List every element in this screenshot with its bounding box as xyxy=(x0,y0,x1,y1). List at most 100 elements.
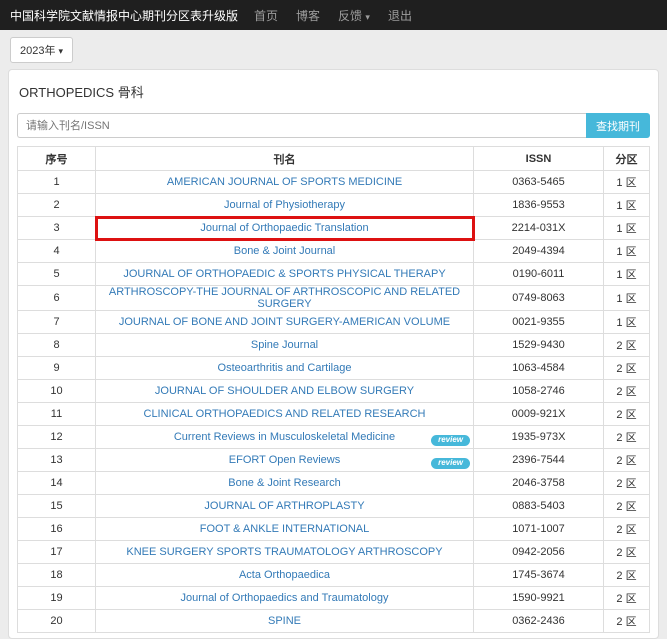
journal-name-link[interactable]: JOURNAL OF ARTHROPLASTY xyxy=(204,500,364,512)
row-number: 8 xyxy=(18,334,96,357)
journal-issn: 2214-031X xyxy=(474,217,604,240)
table-row: 12 Current Reviews in Musculoskeletal Me… xyxy=(18,426,650,449)
row-number: 16 xyxy=(18,518,96,541)
journal-partition: 2 区 xyxy=(604,403,650,426)
table-row: 10 JOURNAL OF SHOULDER AND ELBOW SURGERY… xyxy=(18,380,650,403)
table-row: 5 JOURNAL OF ORTHOPAEDIC & SPORTS PHYSIC… xyxy=(18,263,650,286)
journal-name-link[interactable]: Journal of Orthopaedic Translation xyxy=(200,222,368,234)
journal-name-link[interactable]: Bone & Joint Research xyxy=(228,477,341,489)
journal-panel: ORTHOPEDICS 骨科 查找期刊 序号 刊名 ISSN 分区 1 AMER… xyxy=(8,69,659,639)
review-badge: review xyxy=(431,458,470,469)
search-bar: 查找期刊 xyxy=(17,113,650,138)
journal-issn: 1071-1007 xyxy=(474,518,604,541)
journal-issn: 1745-3674 xyxy=(474,564,604,587)
journal-name-link[interactable]: Journal of Orthopaedics and Traumatology xyxy=(181,592,389,604)
row-number: 15 xyxy=(18,495,96,518)
table-row: 4 Bone & Joint Journal 2049-4394 1 区 xyxy=(18,240,650,263)
table-row: 2 Journal of Physiotherapy 1836-9553 1 区 xyxy=(18,194,650,217)
journal-issn: 0190-6011 xyxy=(474,263,604,286)
journal-issn: 0021-9355 xyxy=(474,311,604,334)
journal-name-link[interactable]: Acta Orthopaedica xyxy=(239,569,330,581)
row-number: 7 xyxy=(18,311,96,334)
journal-partition: 2 区 xyxy=(604,334,650,357)
journal-issn: 2049-4394 xyxy=(474,240,604,263)
journal-name-link[interactable]: JOURNAL OF SHOULDER AND ELBOW SURGERY xyxy=(155,385,414,397)
journal-name-link[interactable]: Journal of Physiotherapy xyxy=(224,199,345,211)
journal-partition: 2 区 xyxy=(604,518,650,541)
journal-name-link[interactable]: Osteoarthritis and Cartilage xyxy=(218,362,352,374)
journal-partition: 1 区 xyxy=(604,286,650,311)
journal-name-link[interactable]: Spine Journal xyxy=(251,339,318,351)
journal-issn: 1058-2746 xyxy=(474,380,604,403)
site-brand[interactable]: 中国科学院文献情报中心期刊分区表升级版 xyxy=(10,7,238,24)
journal-name-link[interactable]: SPINE xyxy=(268,615,301,627)
journal-name-cell: Current Reviews in Musculoskeletal Medic… xyxy=(96,426,474,449)
nav-item-blog[interactable]: 博客 xyxy=(296,7,320,24)
journal-name-cell: KNEE SURGERY SPORTS TRAUMATOLOGY ARTHROS… xyxy=(96,541,474,564)
caret-down-icon: ▾ xyxy=(365,12,370,22)
nav-item-feedback[interactable]: 反馈 ▾ xyxy=(338,7,370,24)
row-number: 6 xyxy=(18,286,96,311)
journal-partition: 2 区 xyxy=(604,587,650,610)
journal-issn: 0883-5403 xyxy=(474,495,604,518)
journal-name-link[interactable]: Bone & Joint Journal xyxy=(234,245,336,257)
row-number: 5 xyxy=(18,263,96,286)
review-badge: review xyxy=(431,435,470,446)
search-button[interactable]: 查找期刊 xyxy=(586,113,650,138)
journal-name-cell: Bone & Joint Research xyxy=(96,472,474,495)
journal-partition: 2 区 xyxy=(604,610,650,633)
nav-item-home[interactable]: 首页 xyxy=(254,7,278,24)
row-number: 19 xyxy=(18,587,96,610)
row-number: 20 xyxy=(18,610,96,633)
journal-name-cell: EFORT Open Reviews review xyxy=(96,449,474,472)
journal-name-link[interactable]: FOOT & ANKLE INTERNATIONAL xyxy=(200,523,370,535)
journal-partition: 1 区 xyxy=(604,217,650,240)
journal-name-cell: Acta Orthopaedica xyxy=(96,564,474,587)
journal-issn: 1935-973X xyxy=(474,426,604,449)
journal-issn: 1529-9430 xyxy=(474,334,604,357)
journal-name-cell: Journal of Orthopaedics and Traumatology xyxy=(96,587,474,610)
table-row: 13 EFORT Open Reviews review 2396-7544 2… xyxy=(18,449,650,472)
table-row: 15 JOURNAL OF ARTHROPLASTY 0883-5403 2 区 xyxy=(18,495,650,518)
search-input[interactable] xyxy=(17,113,586,138)
journal-name-link[interactable]: KNEE SURGERY SPORTS TRAUMATOLOGY ARTHROS… xyxy=(126,546,442,558)
table-row: 17 KNEE SURGERY SPORTS TRAUMATOLOGY ARTH… xyxy=(18,541,650,564)
year-selector-button[interactable]: 2023年 ▾ xyxy=(10,37,73,63)
journal-issn: 0009-921X xyxy=(474,403,604,426)
journal-name-cell: Bone & Joint Journal xyxy=(96,240,474,263)
journal-partition: 1 区 xyxy=(604,240,650,263)
top-navbar: 中国科学院文献情报中心期刊分区表升级版 首页 博客 反馈 ▾ 退出 xyxy=(0,0,667,30)
journal-name-cell: CLINICAL ORTHOPAEDICS AND RELATED RESEAR… xyxy=(96,403,474,426)
table-row: 18 Acta Orthopaedica 1745-3674 2 区 xyxy=(18,564,650,587)
journal-name-link[interactable]: EFORT Open Reviews xyxy=(229,454,340,466)
row-number: 18 xyxy=(18,564,96,587)
journal-name-cell: JOURNAL OF ARTHROPLASTY xyxy=(96,495,474,518)
row-number: 14 xyxy=(18,472,96,495)
journal-name-link[interactable]: ARTHROSCOPY-THE JOURNAL OF ARTHROSCOPIC … xyxy=(109,286,460,310)
journal-partition: 1 区 xyxy=(604,171,650,194)
journal-issn: 0942-2056 xyxy=(474,541,604,564)
row-number: 4 xyxy=(18,240,96,263)
journal-partition: 1 区 xyxy=(604,194,650,217)
journal-issn: 2046-3758 xyxy=(474,472,604,495)
journal-name-link[interactable]: Current Reviews in Musculoskeletal Medic… xyxy=(174,431,395,443)
journal-issn: 0363-5465 xyxy=(474,171,604,194)
journal-name-link[interactable]: AMERICAN JOURNAL OF SPORTS MEDICINE xyxy=(167,176,402,188)
journal-issn: 1063-4584 xyxy=(474,357,604,380)
journal-name-link[interactable]: JOURNAL OF ORTHOPAEDIC & SPORTS PHYSICAL… xyxy=(123,268,445,280)
header-no: 序号 xyxy=(18,147,96,171)
journal-name-link[interactable]: JOURNAL OF BONE AND JOINT SURGERY-AMERIC… xyxy=(119,316,450,328)
header-issn: ISSN xyxy=(474,147,604,171)
row-number: 3 xyxy=(18,217,96,240)
table-row: 14 Bone & Joint Research 2046-3758 2 区 xyxy=(18,472,650,495)
row-number: 11 xyxy=(18,403,96,426)
journal-partition: 2 区 xyxy=(604,449,650,472)
journal-partition: 2 区 xyxy=(604,564,650,587)
table-row: 11 CLINICAL ORTHOPAEDICS AND RELATED RES… xyxy=(18,403,650,426)
journal-partition: 2 区 xyxy=(604,541,650,564)
nav-item-logout[interactable]: 退出 xyxy=(388,7,412,24)
table-row: 7 JOURNAL OF BONE AND JOINT SURGERY-AMER… xyxy=(18,311,650,334)
journal-name-cell: JOURNAL OF BONE AND JOINT SURGERY-AMERIC… xyxy=(96,311,474,334)
journal-name-link[interactable]: CLINICAL ORTHOPAEDICS AND RELATED RESEAR… xyxy=(144,408,426,420)
journal-name-cell: JOURNAL OF SHOULDER AND ELBOW SURGERY xyxy=(96,380,474,403)
